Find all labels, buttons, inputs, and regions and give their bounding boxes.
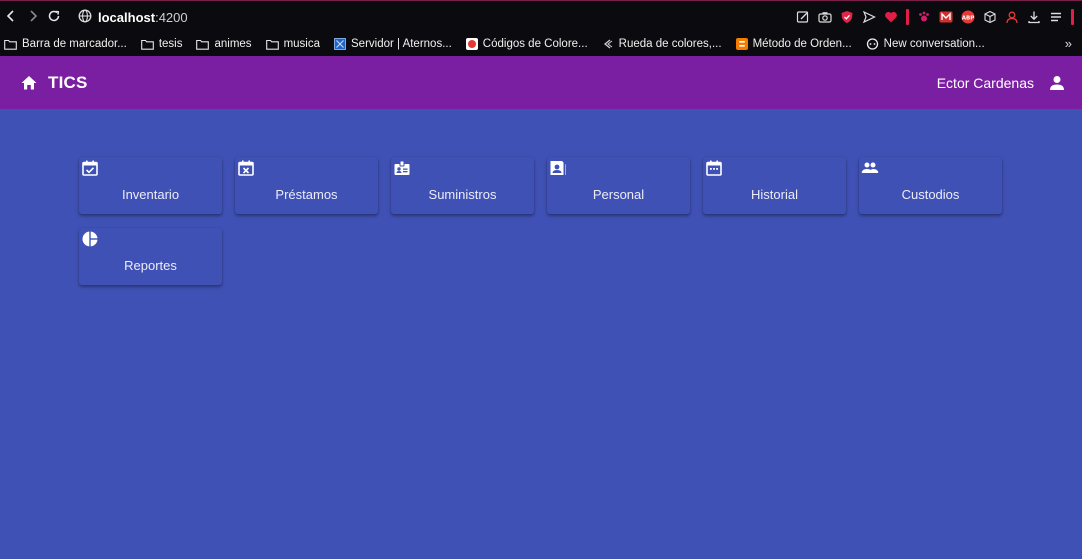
pie-chart-icon <box>82 231 98 247</box>
event-busy-icon <box>238 160 254 176</box>
people-icon <box>861 162 879 173</box>
cube-icon[interactable] <box>983 10 997 24</box>
bookmarks-bar: Barra de marcador... tesis animes musica… <box>0 32 1082 56</box>
shield-icon[interactable] <box>840 10 854 24</box>
bookmark-label: animes <box>214 38 252 50</box>
camera-icon[interactable] <box>818 10 832 24</box>
url-host: localhost <box>98 10 156 25</box>
globe-icon <box>78 9 92 26</box>
red-favicon <box>465 38 478 50</box>
bookmark-label: Rueda de colores,... <box>618 38 722 50</box>
bookmark-aternos[interactable]: Servidor | Aternos... <box>334 38 452 50</box>
profile-lock-icon[interactable] <box>1005 10 1019 24</box>
svg-text:ABP: ABP <box>962 15 974 21</box>
event-available-icon <box>82 160 98 176</box>
forward-icon[interactable] <box>25 8 41 24</box>
card-label: Inventario <box>121 187 180 202</box>
bookmark-label: Códigos de Colore... <box>482 38 588 50</box>
card-suministros[interactable]: Suministros <box>391 157 534 214</box>
bookmark-metodo-orden[interactable]: Método de Orden... <box>735 38 852 50</box>
bookmark-new-conversation[interactable]: New conversation... <box>866 38 985 50</box>
update-bar-icon[interactable] <box>1071 9 1074 25</box>
bookmark-rueda-colores[interactable]: Rueda de colores,... <box>602 38 722 50</box>
calendar-icon <box>706 160 722 176</box>
card-custodios[interactable]: Custodios <box>859 157 1002 214</box>
browser-top-bar: localhost:4200 ABP <box>0 0 1082 32</box>
user-menu[interactable]: Ector Cardenas <box>937 74 1066 92</box>
blogger-icon <box>735 38 748 50</box>
bookmark-codigos-colores[interactable]: Códigos de Colore... <box>465 38 588 50</box>
bookmark-label: tesis <box>158 38 183 50</box>
folder-icon <box>196 39 210 50</box>
chat-icon <box>866 38 878 50</box>
card-label: Suministros <box>428 187 497 202</box>
address-bar[interactable]: localhost:4200 <box>78 9 188 26</box>
folder-icon <box>140 39 154 50</box>
wheel-icon <box>603 39 612 49</box>
paw-icon[interactable] <box>917 10 931 24</box>
back-icon[interactable] <box>3 8 19 24</box>
bookmark-label: New conversation... <box>883 38 985 50</box>
edit-page-icon[interactable] <box>796 10 810 24</box>
home-icon[interactable] <box>20 74 38 92</box>
card-historial[interactable]: Historial <box>703 157 846 214</box>
extensions-area: ABP <box>796 9 1074 25</box>
menu-grid: Inventario Préstamos Suministros Persona… <box>79 157 1002 285</box>
card-prestamos[interactable]: Préstamos <box>235 157 378 214</box>
card-label: Custodios <box>901 187 960 202</box>
bookmark-label: Barra de marcador... <box>22 38 127 50</box>
badge-icon <box>394 160 410 175</box>
card-label: Préstamos <box>275 187 338 202</box>
user-name: Ector Cardenas <box>936 74 1034 91</box>
app-toolbar: TICS Ector Cardenas <box>0 56 1082 109</box>
bookmark-folder-musica[interactable]: musica <box>265 38 320 50</box>
card-label: Reportes <box>124 258 177 273</box>
red-bar-icon <box>906 9 909 25</box>
mega-icon[interactable] <box>939 10 953 24</box>
folder-icon <box>4 39 17 50</box>
url-port: :4200 <box>155 10 188 25</box>
app-title[interactable]: TICS <box>48 73 88 93</box>
card-label: Historial <box>751 187 798 202</box>
bookmarks-overflow-button[interactable]: » <box>1065 36 1072 51</box>
aternos-icon <box>334 38 346 50</box>
reload-icon[interactable] <box>46 8 62 24</box>
card-inventario[interactable]: Inventario <box>79 157 222 214</box>
person-icon[interactable] <box>1048 74 1066 92</box>
bookmark-folder-barra[interactable]: Barra de marcador... <box>4 38 127 50</box>
card-personal[interactable]: Personal <box>547 157 690 214</box>
card-label: Personal <box>592 187 645 202</box>
card-reportes[interactable]: Reportes <box>79 228 222 285</box>
heart-icon[interactable] <box>884 10 898 24</box>
bookmark-folder-animes[interactable]: animes <box>196 38 252 50</box>
bookmark-label: Servidor | Aternos... <box>351 38 452 50</box>
bookmark-folder-tesis[interactable]: tesis <box>140 38 183 50</box>
download-icon[interactable] <box>1027 10 1041 24</box>
adblock-icon[interactable]: ABP <box>961 10 975 24</box>
bookmark-label: musica <box>283 38 320 50</box>
folder-icon <box>265 39 279 50</box>
menu-icon[interactable] <box>1049 10 1063 24</box>
send-icon[interactable] <box>862 10 876 24</box>
contact-page-icon <box>550 161 566 175</box>
bookmark-label: Método de Orden... <box>752 38 852 50</box>
